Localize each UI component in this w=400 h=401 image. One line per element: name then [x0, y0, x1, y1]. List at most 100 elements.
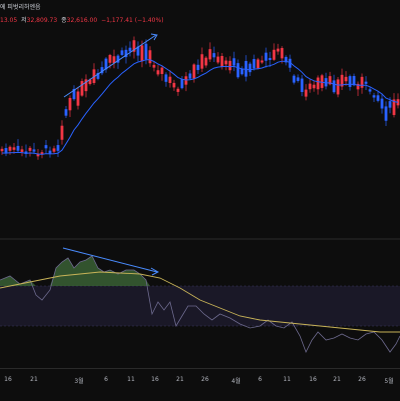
- candle-body: [296, 77, 300, 81]
- candle-body: [200, 54, 204, 69]
- candle-body: [212, 53, 216, 58]
- candle-body: [320, 75, 324, 88]
- candle-body: [260, 60, 264, 63]
- candle-body: [112, 56, 116, 63]
- time-tick: 3월: [74, 378, 84, 385]
- candle-body: [28, 147, 32, 151]
- candlestick-series: [0, 36, 400, 160]
- candle-body: [64, 109, 68, 116]
- close-value: 32,616.00: [66, 17, 98, 24]
- candle-body: [276, 48, 280, 52]
- candle-body: [224, 60, 228, 65]
- open-value: 13.05: [0, 17, 18, 24]
- candle-body: [16, 145, 20, 151]
- time-tick: 26: [358, 376, 366, 383]
- candle-body: [144, 43, 148, 60]
- candle-body: [80, 81, 84, 96]
- candle-body: [172, 82, 176, 88]
- candle-body: [256, 59, 260, 69]
- time-axis[interactable]: 16 21 3월 6 11 16 21 26 4월 6 11 16 21 26 …: [0, 368, 400, 401]
- candle-body: [264, 52, 268, 61]
- candle-body: [240, 68, 244, 75]
- candle-body: [120, 50, 124, 55]
- time-tick: 21: [333, 376, 341, 383]
- candle-body: [140, 45, 144, 62]
- candle-body: [236, 63, 240, 78]
- overbought-fill-area: [0, 256, 150, 286]
- candle-body: [380, 98, 384, 109]
- candle-body: [372, 95, 376, 98]
- candle-body: [248, 63, 252, 73]
- candle-body: [164, 74, 168, 82]
- candle-body: [216, 56, 220, 63]
- candle-body: [156, 70, 160, 75]
- oscillator-panel[interactable]: [0, 240, 400, 368]
- candle-body: [0, 148, 4, 152]
- moving-average-line: [1, 59, 399, 155]
- time-tick: 6: [104, 376, 108, 383]
- candle-body: [60, 125, 64, 140]
- candle-body: [220, 56, 224, 67]
- price-chart[interactable]: [0, 0, 400, 238]
- time-tick: 6: [258, 376, 262, 383]
- candle-body: [168, 76, 172, 84]
- symbol-title: 에 피벗리허엔음: [0, 4, 41, 11]
- candle-body: [332, 80, 336, 93]
- candle-body: [20, 149, 24, 152]
- change-value: −1,177.41 (−1.40%): [101, 17, 164, 24]
- time-tick: 4월: [231, 378, 241, 385]
- candle-body: [188, 73, 192, 79]
- time-tick: 5월: [384, 378, 394, 385]
- candle-body: [312, 84, 316, 89]
- candle-body: [68, 97, 72, 111]
- candle-body: [252, 59, 256, 69]
- candle-body: [268, 57, 272, 61]
- candle-body: [272, 49, 276, 60]
- candle-body: [44, 145, 48, 149]
- candle-body: [232, 58, 236, 66]
- candle-body: [300, 78, 304, 93]
- time-tick: 16: [151, 376, 159, 383]
- candle-body: [292, 75, 296, 83]
- candle-body: [384, 106, 388, 121]
- candle-body: [280, 48, 284, 59]
- low-value: 32,809.73: [26, 17, 58, 24]
- candle-body: [364, 81, 368, 84]
- candle-body: [368, 89, 372, 92]
- candle-body: [180, 79, 184, 89]
- candle-body: [376, 95, 380, 101]
- candle-body: [108, 54, 112, 63]
- time-tick: 26: [201, 376, 209, 383]
- candle-body: [196, 64, 200, 71]
- candle-body: [8, 146, 12, 151]
- candle-body: [52, 148, 56, 152]
- candle-body: [336, 79, 340, 95]
- time-tick: 16: [309, 376, 317, 383]
- time-tick: 21: [30, 376, 38, 383]
- time-tick: 16: [4, 376, 12, 383]
- candle-body: [152, 64, 156, 68]
- candle-body: [32, 149, 36, 152]
- time-tick: 11: [127, 376, 135, 383]
- candle-body: [160, 67, 164, 75]
- candle-body: [228, 60, 232, 71]
- candle-body: [176, 88, 180, 92]
- candle-body: [76, 91, 80, 106]
- candle-body: [208, 49, 212, 60]
- ohlc-values: 13.05 저32,809.73 종32,616.00 −1,177.41 (−…: [0, 15, 164, 24]
- candle-body: [12, 147, 16, 150]
- trend-annotation-arrowhead: [150, 33, 158, 41]
- candle-body: [388, 101, 392, 108]
- candle-body: [192, 64, 196, 79]
- candle-body: [308, 83, 312, 90]
- ohlc-info-bar: 에 피벗리허엔음 13.05 저32,809.73 종32,616.00 −1,…: [0, 0, 400, 30]
- candle-body: [204, 57, 208, 66]
- candle-body: [128, 47, 132, 52]
- time-tick: 11: [283, 376, 291, 383]
- candle-body: [360, 76, 364, 88]
- candle-body: [316, 77, 320, 90]
- oversold-band: [0, 286, 400, 326]
- candle-body: [344, 76, 348, 82]
- candle-body: [148, 50, 152, 64]
- candle-body: [348, 76, 352, 87]
